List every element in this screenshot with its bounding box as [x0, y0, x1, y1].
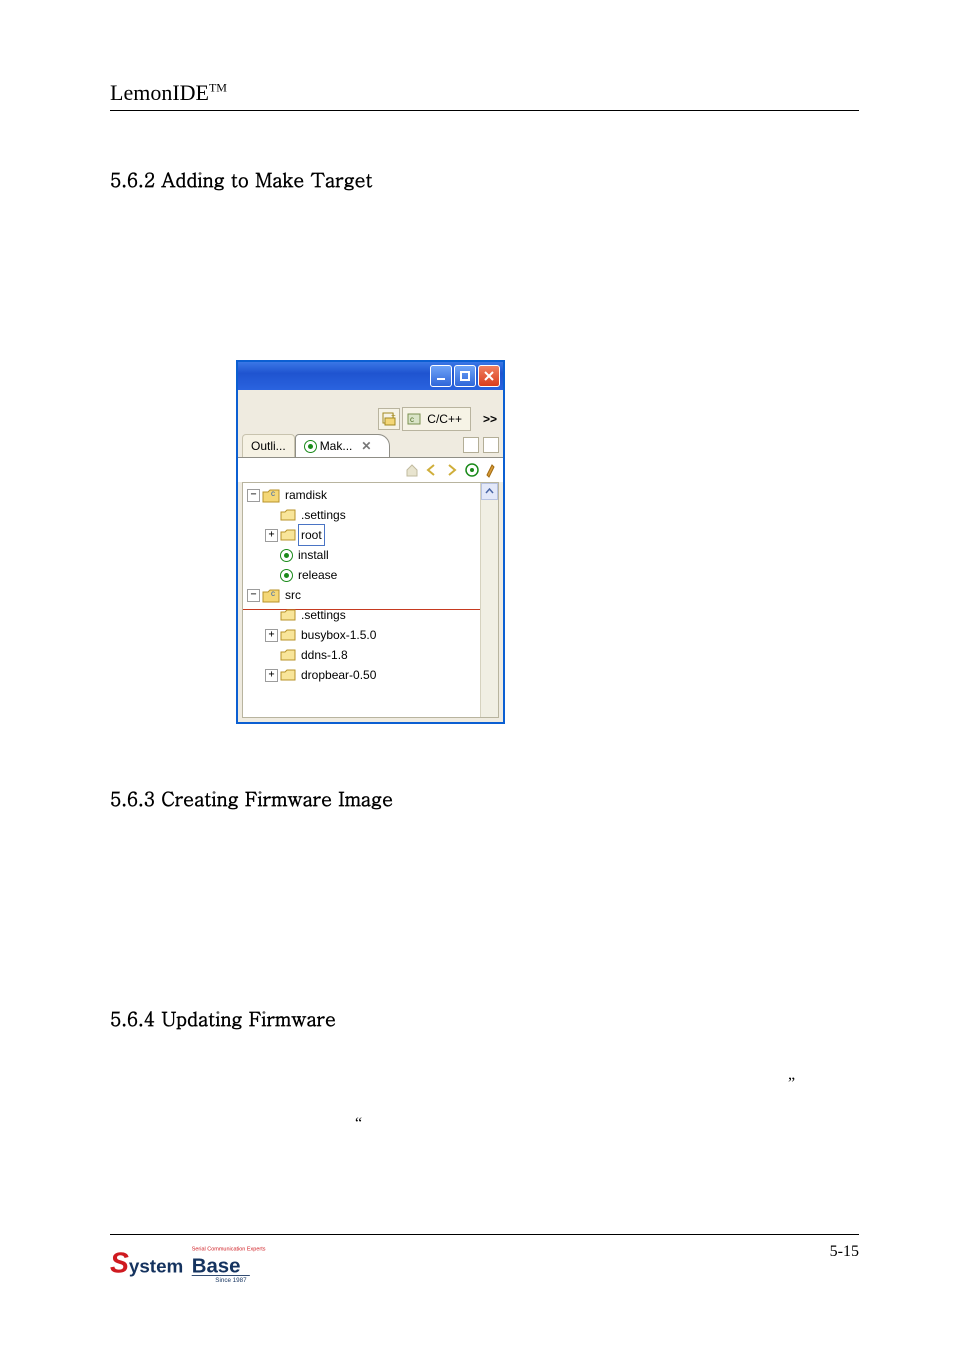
collapse-icon[interactable]: −	[247, 589, 260, 602]
make-target-icon	[280, 569, 293, 582]
make-targets-tree: − c ramdisk .settings + root	[242, 482, 499, 718]
tree-label: release	[295, 565, 337, 585]
svg-text:S: S	[110, 1246, 129, 1278]
brand-sup: TM	[209, 81, 227, 95]
expand-icon[interactable]: +	[265, 529, 278, 542]
tree-label: ddns-1.8	[298, 645, 348, 665]
more-icon[interactable]: >>	[483, 412, 497, 426]
heading-5-6-3: 5.6.3 Creating Firmware Image	[110, 785, 393, 812]
collapse-icon[interactable]: −	[247, 489, 260, 502]
tree-label: install	[295, 545, 329, 565]
tree-label: src	[282, 585, 301, 605]
tree-node-busybox[interactable]: + busybox-1.5.0	[247, 625, 480, 645]
svg-text:ystem: ystem	[129, 1255, 183, 1276]
svg-text:c: c	[271, 589, 275, 598]
c-cpp-perspective-icon: c	[407, 412, 423, 426]
tab-outline[interactable]: Outli...	[242, 434, 295, 457]
svg-text:c: c	[410, 415, 414, 424]
tab-outline-label: Outli...	[251, 439, 286, 453]
build-target-icon[interactable]	[484, 462, 500, 478]
tree-label: .settings	[298, 505, 346, 525]
perspective-c-cpp[interactable]: c C/C++	[402, 407, 471, 431]
make-target-icon	[280, 549, 293, 562]
heading-5-6-2: 5.6.2 Adding to Make Target	[110, 166, 859, 193]
tree-label: root	[301, 528, 322, 542]
folder-open-icon	[280, 509, 296, 522]
tree-node-settings[interactable]: .settings	[247, 505, 480, 525]
tree-node-release[interactable]: release	[247, 565, 480, 585]
tree-label: dropbear-0.50	[298, 665, 376, 685]
systembase-logo: S ystem Base Serial Communication Expert…	[110, 1241, 299, 1285]
tree-node-dropbear[interactable]: + dropbear-0.50	[247, 665, 480, 685]
scroll-up-button[interactable]	[481, 483, 498, 500]
tab-close-icon[interactable]: ✕	[361, 439, 371, 453]
toolbar-strip	[238, 390, 503, 406]
tree-label: .settings	[298, 605, 346, 625]
folder-open-icon	[280, 649, 296, 662]
c-project-folder-icon: c	[262, 588, 280, 603]
add-target-icon[interactable]	[464, 462, 480, 478]
chevron-up-icon	[485, 487, 494, 496]
minimize-button[interactable]	[430, 365, 452, 387]
back-icon[interactable]	[424, 462, 440, 478]
vertical-scrollbar[interactable]	[480, 483, 498, 717]
make-target-icon	[304, 440, 317, 453]
expand-icon[interactable]: +	[265, 669, 278, 682]
c-project-folder-icon: c	[262, 488, 280, 503]
view-minimize-button[interactable]	[463, 437, 479, 453]
brand: LemonIDETM	[110, 80, 227, 106]
logo-tagline-bottom: Since 1987	[215, 1277, 247, 1284]
open-quote: “	[355, 1115, 362, 1133]
svg-text:+: +	[391, 412, 396, 420]
page-number: 5-15	[830, 1241, 859, 1261]
view-tabs: Outli... Mak... ✕	[238, 432, 503, 457]
expand-icon[interactable]: +	[265, 629, 278, 642]
close-icon	[483, 370, 495, 382]
perspective-label: C/C++	[427, 412, 462, 426]
folder-open-icon	[280, 629, 296, 642]
tree-label: busybox-1.5.0	[298, 625, 376, 645]
selection-box: root	[298, 524, 325, 546]
home-icon[interactable]	[404, 462, 420, 478]
folder-open-icon	[280, 529, 296, 542]
tree-node-settings-2[interactable]: .settings	[247, 605, 480, 625]
maximize-icon	[459, 370, 471, 382]
view-maximize-button[interactable]	[483, 437, 499, 453]
close-quote: ”	[788, 1075, 795, 1093]
perspective-bar: + c C/C++ >>	[238, 406, 503, 432]
svg-text:Base: Base	[192, 1255, 241, 1277]
folder-open-icon	[280, 669, 296, 682]
tree-node-ddns[interactable]: ddns-1.8	[247, 645, 480, 665]
window-titlebar	[238, 362, 503, 390]
tab-make-targets[interactable]: Mak... ✕	[295, 434, 391, 457]
close-button[interactable]	[478, 365, 500, 387]
tree-node-install[interactable]: install	[247, 545, 480, 565]
tree-label: ramdisk	[282, 485, 327, 505]
folder-open-icon	[280, 609, 296, 622]
logo-tagline-top: Serial Communication Experts	[192, 1246, 266, 1252]
tree-node-src[interactable]: − c src	[247, 585, 480, 605]
tab-make-label: Mak...	[320, 439, 353, 453]
open-perspective-icon: +	[382, 412, 396, 426]
tree-node-ramdisk[interactable]: − c ramdisk	[247, 485, 480, 505]
page-footer: S ystem Base Serial Communication Expert…	[110, 1234, 859, 1285]
open-perspective-button[interactable]: +	[378, 408, 400, 430]
ide-window: + c C/C++ >> Outli... Mak... ✕	[236, 360, 505, 724]
page-header: LemonIDETM	[110, 80, 859, 111]
brand-text: LemonIDE	[110, 80, 209, 105]
heading-5-6-4: 5.6.4 Updating Firmware	[110, 1005, 336, 1032]
forward-icon[interactable]	[444, 462, 460, 478]
svg-text:c: c	[271, 489, 275, 498]
tree-node-root[interactable]: + root	[247, 525, 480, 545]
maximize-button[interactable]	[454, 365, 476, 387]
minimize-icon	[435, 370, 447, 382]
view-toolbar	[238, 457, 503, 482]
